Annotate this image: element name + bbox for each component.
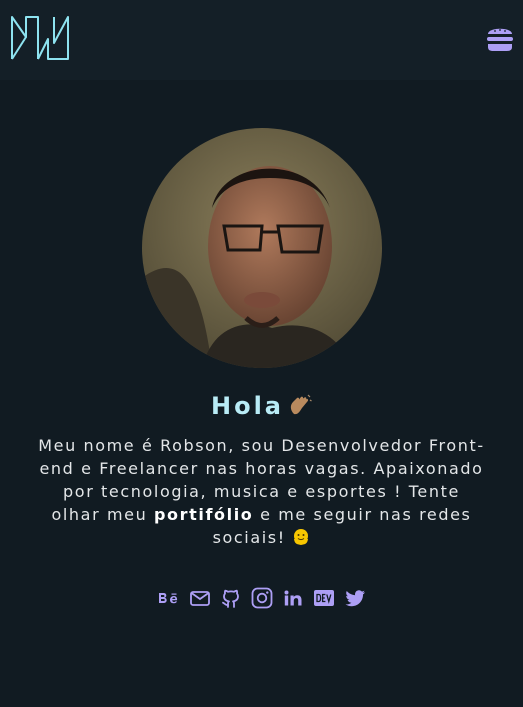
menu-hamburger-icon[interactable] <box>486 24 514 54</box>
instagram-icon[interactable] <box>251 586 273 610</box>
greeting-heading: Hola <box>0 392 523 422</box>
profile-photo <box>142 128 382 368</box>
melting-face-icon <box>292 528 310 552</box>
dev-icon[interactable] <box>313 586 335 610</box>
greeting-text: Hola <box>211 392 284 420</box>
logo-icon[interactable] <box>10 13 70 61</box>
linkedin-icon[interactable] <box>282 586 304 610</box>
mail-icon[interactable] <box>189 586 211 610</box>
github-icon[interactable] <box>220 586 242 610</box>
social-links <box>0 586 523 610</box>
top-bar <box>0 0 523 80</box>
portfolio-link[interactable]: portifólio <box>154 505 253 524</box>
bio-paragraph: Meu nome é Robson, sou Desenvolvedor Fro… <box>38 434 485 552</box>
twitter-icon[interactable] <box>344 586 366 610</box>
waving-hand-icon <box>288 394 312 422</box>
behance-icon[interactable] <box>158 586 180 610</box>
